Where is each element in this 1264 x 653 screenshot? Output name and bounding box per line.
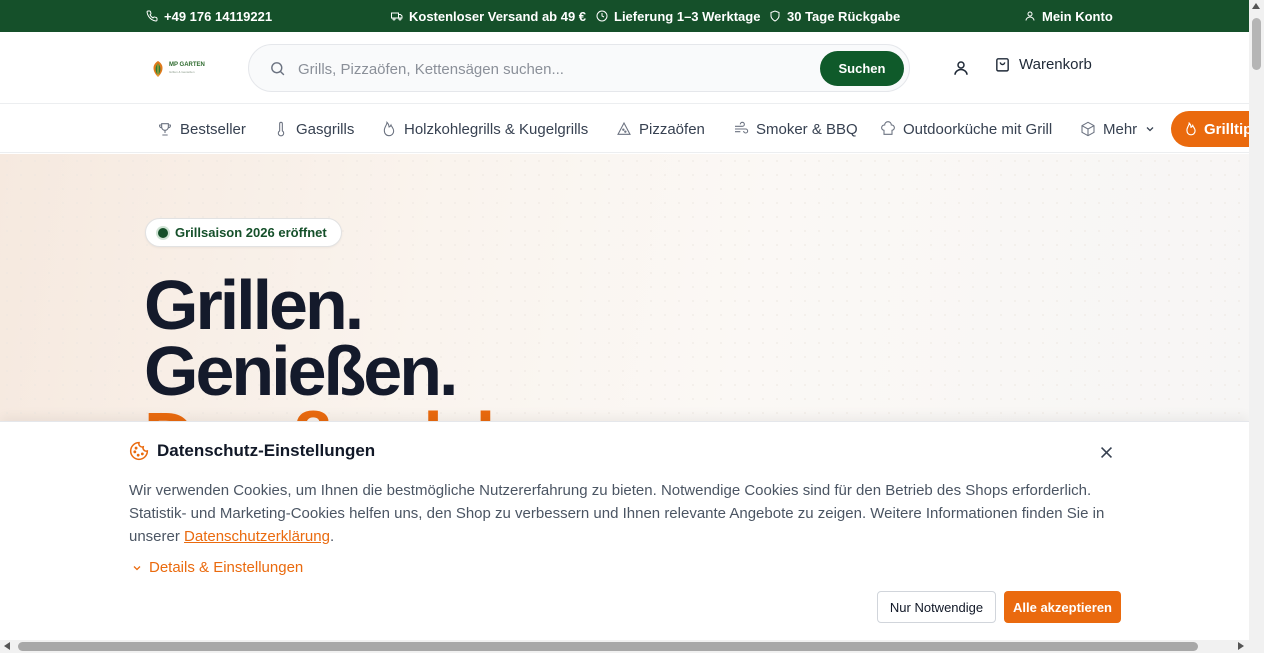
clock-icon: [596, 10, 608, 22]
cookie-description: Wir verwenden Cookies, um Ihnen die best…: [129, 479, 1119, 548]
chevron-down-icon: [1146, 127, 1154, 132]
horizontal-scroll-thumb[interactable]: [18, 642, 1198, 651]
close-icon[interactable]: [1098, 444, 1115, 461]
site-header: MP GARTEN Grillen & Genießen Suchen Ware…: [0, 32, 1249, 104]
account-link[interactable]: Mein Konto: [1024, 0, 1113, 32]
cookie-title-text: Datenschutz-Einstellungen: [157, 441, 376, 460]
pizza-icon: [617, 121, 631, 135]
season-badge: Grillsaison 2026 eröffnet: [145, 218, 342, 247]
returns-text: 30 Tage Rückgabe: [787, 8, 901, 24]
nav-label: Gasgrills: [296, 120, 355, 138]
headline-line-2: Genießen.: [144, 332, 458, 410]
shipping-text: Kostenloser Versand ab 49 €: [409, 8, 587, 24]
delivery-text: Lieferung 1–3 Werktage: [614, 8, 761, 24]
cookie-consent-banner: Datenschutz-Einstellungen Wir verwenden …: [0, 421, 1249, 640]
nav-item-smoker-bbq[interactable]: Smoker & BBQ: [733, 105, 858, 153]
headline-line-1: Grillen.: [144, 266, 364, 344]
account-icon[interactable]: [952, 59, 970, 77]
search-icon: [271, 62, 285, 76]
shield-icon: [770, 10, 780, 22]
logo[interactable]: MP GARTEN Grillen & Genießen: [150, 54, 210, 84]
leaf-logo-icon: [153, 61, 163, 77]
necessary-only-button[interactable]: Nur Notwendige: [877, 591, 996, 623]
search-input[interactable]: [298, 57, 798, 81]
account-label: Mein Konto: [1042, 8, 1113, 24]
nav-item-mehr[interactable]: Mehr: [1080, 105, 1156, 153]
nav-item-gasgrills[interactable]: Gasgrills: [273, 105, 354, 153]
chef-hat-icon: [881, 121, 895, 135]
cart-button[interactable]: Warenkorb: [994, 56, 1092, 73]
nav-label: Pizzaöfen: [639, 120, 705, 138]
hero-headline: Grillen. Genießen. Draußen leben.: [144, 266, 611, 422]
headline-line-3: Draußen leben.: [144, 402, 611, 422]
scroll-left-arrow[interactable]: [4, 642, 10, 650]
returns-info: 30 Tage Rückgabe: [769, 0, 900, 32]
wind-icon: [735, 121, 749, 134]
trophy-icon: [159, 123, 171, 136]
privacy-policy-link[interactable]: Datenschutzerklärung: [184, 528, 330, 545]
badge-label: Grillsaison 2026 eröffnet: [175, 225, 327, 240]
scroll-up-arrow[interactable]: [1252, 3, 1260, 9]
scroll-right-arrow[interactable]: [1238, 642, 1244, 650]
nav-item-bestseller[interactable]: Bestseller: [157, 105, 246, 153]
nav-label: Smoker & BBQ: [756, 120, 858, 138]
cookie-icon: [129, 441, 149, 461]
top-info-bar: +49 176 14119221 Kostenloser Versand ab …: [0, 0, 1249, 32]
nav-item-holzkohlegrills[interactable]: Holzkohlegrills & Kugelgrills: [381, 105, 588, 153]
cookie-text-end: .: [329, 528, 335, 545]
delivery-info: Lieferung 1–3 Werktage: [596, 0, 760, 32]
cart-label: Warenkorb: [1019, 56, 1092, 73]
search-button[interactable]: Suchen: [820, 51, 904, 86]
nav-label: Mehr: [1103, 120, 1138, 138]
flame-icon: [383, 121, 395, 137]
phone-number: +49 176 14119221: [164, 8, 273, 24]
shipping-info: Kostenloser Versand ab 49 €: [391, 0, 586, 32]
hero-section: Grillsaison 2026 eröffnet Grillen. Genie…: [0, 154, 1249, 422]
nav-label: Holzkohlegrills & Kugelgrills: [404, 120, 589, 138]
status-dot: [158, 227, 168, 238]
details-toggle[interactable]: Details & Einstellungen: [131, 559, 303, 576]
chevron-down-icon: [133, 565, 141, 570]
horizontal-scrollbar[interactable]: [0, 640, 1249, 653]
cookie-title: Datenschutz-Einstellungen: [129, 441, 375, 461]
vertical-scrollbar[interactable]: [1249, 0, 1264, 653]
shopping-bag-icon: [996, 58, 1009, 72]
box-icon: [1081, 121, 1095, 137]
scrollbar-corner: [1249, 640, 1264, 653]
phone-icon: [146, 10, 158, 22]
logo-text: MP GARTEN Grillen & Genießen: [169, 62, 205, 74]
phone-link[interactable]: +49 176 14119221: [146, 0, 272, 32]
category-nav: Bestseller Gasgrills Holzkohlegrills & K…: [0, 105, 1264, 153]
search-bar: Suchen: [248, 44, 910, 92]
user-icon: [1025, 11, 1035, 21]
vertical-scroll-thumb[interactable]: [1252, 18, 1261, 70]
accept-all-button[interactable]: Alle akzeptieren: [1004, 591, 1121, 623]
nav-item-pizzaoefen[interactable]: Pizzaöfen: [616, 105, 705, 153]
thermometer-icon: [277, 121, 285, 137]
truck-icon: [391, 12, 403, 21]
nav-label: Bestseller: [180, 120, 246, 138]
details-label: Details & Einstellungen: [149, 559, 304, 576]
nav-item-outdoorkueche[interactable]: Outdoorküche mit Grill: [880, 105, 1052, 153]
flame-icon: [1186, 122, 1196, 136]
nav-label: Outdoorküche mit Grill: [903, 120, 1053, 138]
